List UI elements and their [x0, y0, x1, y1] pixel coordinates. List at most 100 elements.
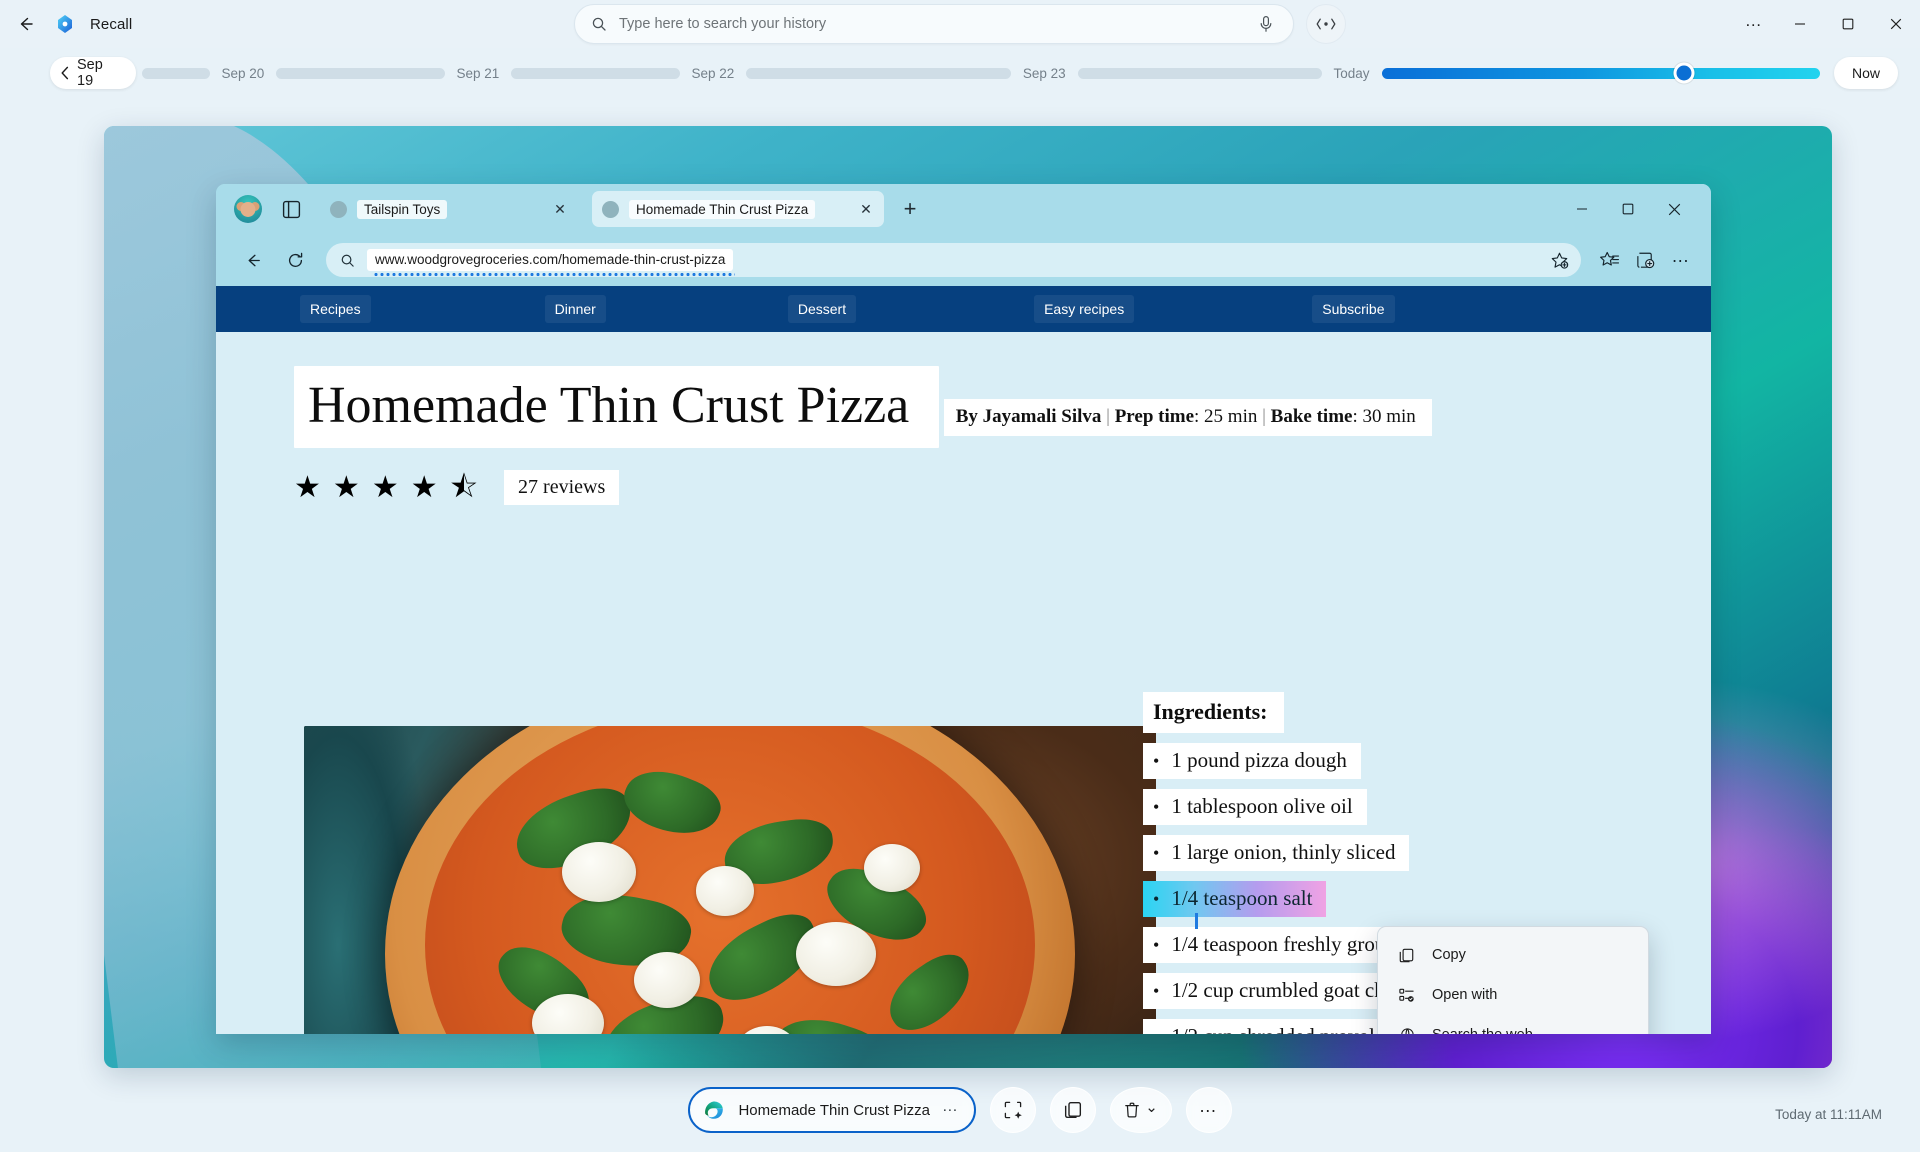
bullet-icon: • — [1153, 843, 1160, 863]
ingredient-item[interactable]: • 1 large onion, thinly sliced — [1143, 835, 1410, 871]
context-menu-item-copy[interactable]: Copy — [1378, 935, 1648, 975]
context-menu: Copy Open with — [1377, 926, 1649, 1034]
search-the-web-icon — [1396, 1027, 1416, 1034]
site-nav-easy-recipes[interactable]: Easy recipes — [1034, 295, 1135, 323]
ingredient-label: 1 tablespoon olive oil — [1171, 794, 1353, 818]
now-button[interactable]: Now — [1833, 57, 1898, 89]
ingredient-label: 1 large onion, thinly sliced — [1171, 840, 1396, 864]
timeline-segment-bar[interactable] — [511, 67, 680, 79]
browser-window-controls — [1559, 190, 1703, 228]
review-count: 27 reviews — [504, 470, 620, 506]
goat-cheese-blob — [796, 922, 876, 986]
timeline-segment-bar[interactable] — [141, 67, 210, 79]
context-menu-label: Copy — [1432, 947, 1466, 963]
browser-back-icon[interactable] — [236, 243, 270, 277]
browser-tab-homemade-thin-crust-pizza[interactable]: Homemade Thin Crust Pizza ✕ — [592, 191, 884, 227]
timeline-segment-bar[interactable] — [276, 67, 445, 79]
article-meta: By Jayamali Silva | Prep time: 25 min | … — [943, 399, 1432, 436]
microphone-icon[interactable] — [1253, 11, 1279, 37]
snapshot-stage: Tailspin Toys ✕ Homemade Thin Crust Pizz… — [104, 126, 1832, 1068]
goat-cheese-blob — [696, 866, 754, 916]
tab-actions-icon[interactable] — [276, 194, 306, 224]
prep-time-label: Prep time — [1114, 406, 1195, 427]
timeline-thumb[interactable] — [1673, 62, 1695, 84]
timeline-day-label: Today — [1333, 65, 1370, 81]
bullet-icon: • — [1153, 751, 1160, 771]
ingredients-heading: Ingredients: — [1143, 692, 1284, 733]
browser-maximize-button[interactable] — [1605, 190, 1651, 228]
article: Homemade Thin Crust Pizza By Jayamali Si… — [216, 332, 1711, 506]
snapshot-source-label: Homemade Thin Crust Pizza — [738, 1101, 930, 1119]
back-arrow-icon[interactable] — [8, 6, 44, 42]
avatar[interactable] — [234, 195, 262, 223]
bake-time-label: Bake time — [1270, 406, 1353, 427]
url-input[interactable]: www.woodgrovegroceries.com/homemade-thin… — [326, 243, 1581, 277]
browser-window: Tailspin Toys ✕ Homemade Thin Crust Pizz… — [216, 184, 1711, 1034]
ingredient-item[interactable]: • 1 pound pizza dough — [1143, 743, 1361, 779]
site-nav-recipes[interactable]: Recipes — [300, 295, 371, 323]
browser-minimize-button[interactable] — [1559, 190, 1605, 228]
url-text: www.woodgrovegroceries.com/homemade-thin… — [375, 252, 726, 267]
article-byline: By Jayamali Silva — [955, 406, 1102, 427]
web-page: Recipes Dinner Dessert Easy recipes Subs… — [216, 286, 1711, 1034]
timeline-segment-bar[interactable] — [1077, 67, 1322, 79]
context-menu-item-open-with[interactable]: Open with — [1378, 975, 1648, 1015]
recall-logo-icon — [54, 13, 76, 35]
timeline-today-scrubber[interactable] — [1381, 62, 1820, 84]
ingredient-label: 1/2 cup shredded provolone — [1171, 1024, 1405, 1034]
new-tab-button[interactable]: + — [894, 193, 926, 225]
search-area: Type here to search your history — [574, 4, 1346, 44]
browser-address-bar: www.woodgrovegroceries.com/homemade-thin… — [216, 234, 1711, 286]
ingredient-item-selected[interactable]: • 1/4 teaspoon salt — [1143, 881, 1327, 929]
bullet-icon: • — [1153, 1028, 1159, 1034]
timeline[interactable]: Sep 19 Sep 20 Sep 21 Sep 22 Sep 23 Today… — [0, 48, 1920, 98]
copy-icon — [1396, 947, 1416, 964]
bullet-icon: • — [1153, 935, 1160, 955]
copy-button[interactable] — [1049, 1087, 1096, 1133]
tab-close-icon[interactable]: ✕ — [854, 197, 878, 221]
app-more-button[interactable]: … — [1732, 0, 1776, 48]
chevron-left-icon — [60, 66, 70, 80]
browser-tab-label: Tailspin Toys — [357, 199, 448, 219]
add-favorite-star-icon[interactable] — [1545, 246, 1573, 274]
click-to-do-icon[interactable] — [1306, 4, 1346, 44]
search-icon — [340, 253, 355, 268]
browser-tab-label: Homemade Thin Crust Pizza — [629, 199, 816, 219]
browser-close-button[interactable] — [1651, 190, 1697, 228]
timeline-current-day[interactable]: Sep 19 — [50, 57, 136, 89]
site-nav-subscribe[interactable]: Subscribe — [1312, 295, 1395, 323]
delete-button[interactable]: ⌄ — [1109, 1087, 1172, 1133]
more-options-button[interactable]: … — [1185, 1087, 1232, 1133]
search-input[interactable]: Type here to search your history — [574, 4, 1294, 44]
recipe-photo — [304, 726, 1156, 1034]
open-with-icon — [1396, 987, 1416, 1004]
maximize-button[interactable] — [1824, 0, 1872, 48]
browser-reload-icon[interactable] — [278, 243, 312, 277]
browser-tab-tailspin-toys[interactable]: Tailspin Toys ✕ — [320, 191, 578, 227]
collections-icon[interactable] — [1627, 242, 1663, 278]
favorites-icon[interactable] — [1591, 242, 1627, 278]
click-to-do-button[interactable] — [989, 1087, 1036, 1133]
close-button[interactable] — [1872, 0, 1920, 48]
timeline-segment-bar[interactable] — [746, 67, 1011, 79]
chevron-down-icon: ⌄ — [1145, 1098, 1158, 1116]
prep-time-value: 25 min — [1204, 406, 1258, 427]
timeline-day-label: Sep 22 — [691, 65, 735, 81]
site-navigation: Recipes Dinner Dessert Easy recipes Subs… — [216, 286, 1711, 332]
snapshot-source-more-icon[interactable]: … — [942, 1098, 960, 1122]
site-nav-dessert[interactable]: Dessert — [787, 295, 857, 323]
snapshot-source-pill[interactable]: Homemade Thin Crust Pizza … — [688, 1087, 976, 1133]
site-nav-dinner[interactable]: Dinner — [544, 295, 606, 323]
browser-tabstrip: Tailspin Toys ✕ Homemade Thin Crust Pizz… — [216, 184, 1711, 234]
star-icon-full: ★ — [371, 470, 399, 504]
more-options-icon[interactable]: … — [1663, 242, 1699, 278]
edge-logo-icon — [702, 1098, 726, 1122]
context-menu-label: Open with — [1432, 987, 1498, 1003]
tab-close-icon[interactable]: ✕ — [548, 197, 572, 221]
url-highlight-underline — [373, 273, 736, 276]
minimize-button[interactable] — [1776, 0, 1824, 48]
ingredient-label: 1/4 teaspoon salt — [1171, 886, 1313, 910]
ingredient-item[interactable]: • 1 tablespoon olive oil — [1143, 789, 1367, 825]
app-title: Recall — [90, 15, 133, 33]
context-menu-item-search-the-web[interactable]: Search the web — [1378, 1015, 1648, 1034]
